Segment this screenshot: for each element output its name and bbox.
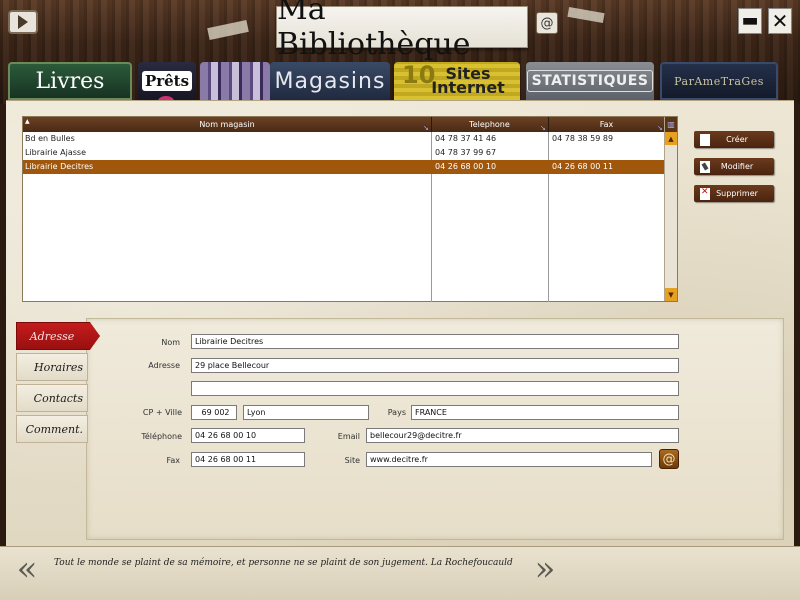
cell-fax [550,146,665,160]
table-row-selected[interactable]: Librairie Decitres 04 26 68 00 10 04 26 … [23,160,665,174]
cell-nom: Bd en Bulles [25,134,75,143]
decor-scrap [567,6,605,24]
tab-livres-label: Livres [35,68,105,94]
delete-button[interactable]: Supprimer [694,185,774,202]
cell-telephone: 04 78 37 41 46 [435,134,497,143]
tab-parametrages[interactable]: ParAmeTraGes [660,62,778,100]
stores-table: ▲ Nom magasin Telephone Fax ↘ ↘ ↘ Bd en … [22,116,678,302]
scroll-up-icon[interactable]: ▲ [665,132,677,145]
cell-telephone: 04 26 68 00 10 [435,162,497,171]
table-body: Bd en Bulles 04 78 37 41 46 04 78 38 59 … [23,132,665,302]
tab-sites-internet[interactable]: 10 Sites Internet [394,62,520,100]
play-icon [18,15,28,29]
tab-magasins-label: Magasins [274,68,386,94]
tab-stats-label: STATISTIQUES [526,70,654,92]
cp-field[interactable]: 69 002 [191,405,237,420]
detail-side-tabs: Adresse Horaires Contacts Comment. [14,318,100,540]
label-pays: Pays [387,408,406,417]
footer-bar [0,546,800,600]
tab-prets-label: Prêts [141,71,193,91]
label-fax: Fax [166,456,180,465]
next-quote-icon[interactable]: » [528,552,562,586]
tab-comment[interactable]: Comment. [16,415,88,443]
column-chooser-icon[interactable]: ▥ [665,117,677,132]
app-title: Ma Bibliothèque [276,0,528,62]
nom-field[interactable]: Librairie Decitres [191,334,679,349]
col-header-telephone[interactable]: Telephone [431,117,548,132]
label-adresse: Adresse [148,361,180,370]
table-scrollbar[interactable]: ▥ ▲ ▼ [664,117,677,301]
modify-button[interactable]: Modifier [694,158,774,175]
label-email: Email [337,432,360,441]
ville-field[interactable]: Lyon [243,405,369,420]
footer-quote: Tout le monde se plaint de sa mémoire, e… [54,558,513,568]
minimize-button[interactable]: ▬ [738,8,762,34]
scroll-down-icon[interactable]: ▼ [665,288,677,301]
cell-fax: 04 78 38 59 89 [552,134,614,143]
cell-fax: 04 26 68 00 11 [552,162,614,171]
create-button-label: Créer [726,135,748,144]
close-button[interactable]: ✕ [768,8,792,34]
tab-contacts[interactable]: Contacts [16,384,88,412]
col-header-nom[interactable]: Nom magasin [23,117,431,132]
previous-quote-icon[interactable]: « [10,552,44,586]
column-resize-icon[interactable]: ↘ [423,125,431,132]
tab-horaires[interactable]: Horaires [16,353,88,381]
adresse-line2-field[interactable] [191,381,679,396]
site-field[interactable]: www.decitre.fr [366,452,652,467]
header-separator [431,117,432,132]
column-resize-icon[interactable]: ↘ [540,125,548,132]
tab-sites-prefix: 10 [402,61,436,89]
edit-icon [700,160,710,173]
cell-nom: Librairie Decitres [25,162,94,171]
table-header: ▲ Nom magasin Telephone Fax ↘ ↘ ↘ [23,117,665,132]
delete-icon [700,187,710,200]
tab-magasins[interactable]: Magasins [270,62,390,100]
label-site: Site [344,456,360,465]
open-website-button[interactable]: @ [659,449,679,469]
telephone-field[interactable]: 04 26 68 00 10 [191,428,305,443]
table-row[interactable]: Librairie Ajasse 04 78 37 99 67 [23,146,665,160]
cell-telephone: 04 78 37 99 67 [435,148,497,157]
email-field[interactable]: bellecour29@decitre.fr [366,428,679,443]
pays-field[interactable]: FRANCE [411,405,679,420]
new-document-icon [700,133,710,146]
decor-scrap [207,19,249,41]
tab-books-image[interactable] [200,62,270,100]
delete-button-label: Supprimer [716,189,758,198]
tab-params-label: ParAmeTraGes [674,74,764,88]
email-icon[interactable]: @ [536,12,558,34]
header-separator [548,117,549,132]
app-menu-button[interactable] [8,10,38,34]
adresse-line1-field[interactable]: 29 place Bellecour [191,358,679,373]
fax-field[interactable]: 04 26 68 00 11 [191,452,305,467]
create-button[interactable]: Créer [694,131,774,148]
label-cp-ville: CP + Ville [142,408,182,417]
label-nom: Nom [161,338,180,347]
cell-nom: Librairie Ajasse [25,148,87,157]
table-row[interactable]: Bd en Bulles 04 78 37 41 46 04 78 38 59 … [23,132,665,146]
tab-statistiques[interactable]: STATISTIQUES [526,62,654,100]
modify-button-label: Modifier [720,162,754,171]
label-telephone: Téléphone [141,432,182,441]
header-bar: Ma Bibliothèque @ ▬ ✕ Livres Prêts Magas… [0,0,800,106]
tab-adresse[interactable]: Adresse [16,322,100,350]
col-header-fax[interactable]: Fax [548,117,665,132]
tab-prets[interactable]: Prêts [138,62,196,106]
tab-livres[interactable]: Livres [8,62,132,100]
